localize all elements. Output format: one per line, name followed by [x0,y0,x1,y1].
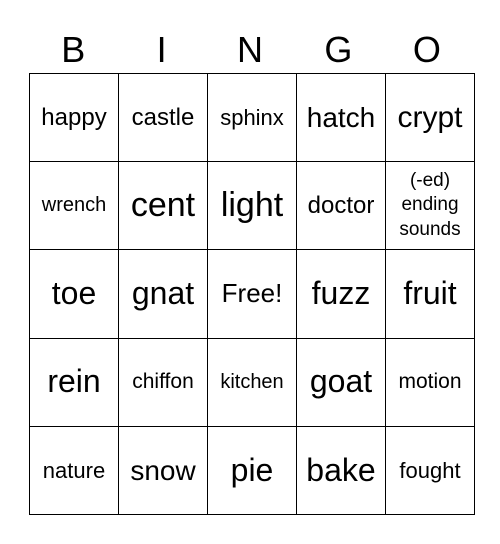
free-space-cell: Free! [207,249,297,339]
header-letter-b: B [61,29,86,70]
bingo-cell: cent [118,161,208,251]
bingo-cell: light [207,161,297,251]
bingo-cell: sphinx [207,72,297,163]
bingo-cell: chiffon [118,337,208,427]
bingo-cell: hatch [296,72,386,163]
bingo-grid: happy castle sphinx hatch crypt wrench c… [29,72,475,516]
grid-row: happy castle sphinx hatch crypt [29,72,475,163]
bingo-cell: doctor [296,161,386,251]
bingo-cell: happy [29,72,119,163]
grid-row: toe gnat Free! fuzz fruit [29,249,475,339]
header-letter-n: N [237,29,264,70]
bingo-cell: gnat [118,249,208,339]
bingo-cell: kitchen [207,337,297,427]
bingo-cell: bake [296,425,386,516]
bingo-cell: rein [29,337,119,427]
grid-row: rein chiffon kitchen goat motion [29,337,475,427]
bingo-cell: motion [385,337,475,427]
bingo-header: B I N G O [29,28,471,72]
grid-row: nature snow pie bake fought [29,425,475,516]
bingo-cell: castle [118,72,208,163]
bingo-cell: snow [118,425,208,516]
header-letter-o: O [412,29,441,70]
bingo-cell: fuzz [296,249,386,339]
header-letter-g: G [324,29,353,70]
bingo-cell: wrench [29,161,119,251]
grid-row: wrench cent light doctor (-ed) ending so… [29,161,475,251]
bingo-cell: pie [207,425,297,516]
bingo-cell: goat [296,337,386,427]
bingo-cell: (-ed) ending sounds [385,161,475,251]
bingo-cell: nature [29,425,119,516]
bingo-cell: toe [29,249,119,339]
bingo-cell: fruit [385,249,475,339]
bingo-cell: crypt [385,72,475,163]
bingo-cell: fought [385,425,475,516]
header-letter-i: I [156,29,167,70]
